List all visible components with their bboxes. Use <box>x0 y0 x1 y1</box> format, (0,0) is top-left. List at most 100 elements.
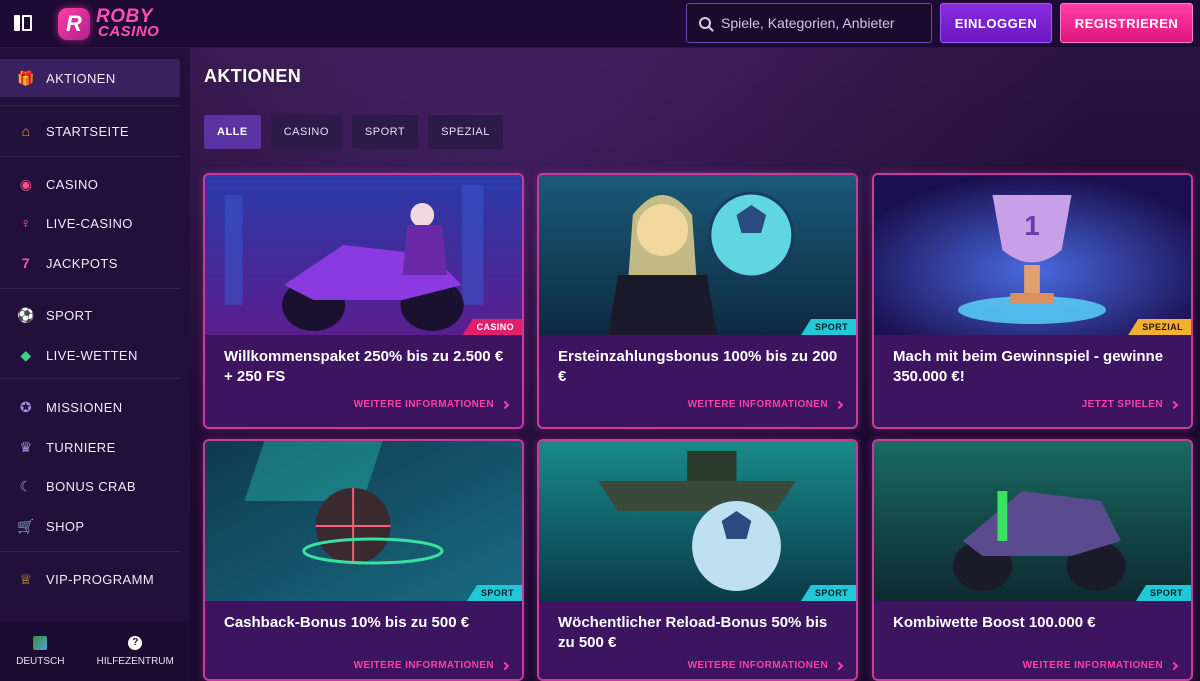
chevron-right-icon <box>1169 400 1179 409</box>
sidebar-item-aktionen[interactable]: 🎁 AKTIONEN <box>0 59 180 97</box>
sidebar-item-bonus-crab[interactable]: ☾ BONUS CRAB <box>0 467 180 505</box>
category-badge: CASINO <box>462 319 522 335</box>
search-icon <box>699 17 711 29</box>
sidebar-item-vip-programm[interactable]: ♕ VIP-PROGRAMM <box>0 560 180 598</box>
sidebar-item-label: CASINO <box>46 176 99 192</box>
medal-icon: ✪ <box>19 399 33 415</box>
sidebar-item-label: LIVE-WETTEN <box>46 347 138 363</box>
promo-image-trophy: 1 <box>874 175 1191 335</box>
help-label: HILFEZENTRUM <box>96 655 174 667</box>
play-now-link[interactable]: JETZT SPIELEN <box>1081 399 1179 410</box>
sidebar-item-missionen[interactable]: ✪ MISSIONEN <box>0 388 180 426</box>
sidebar-footer: DEUTSCH ? HILFEZENTRUM <box>0 621 190 681</box>
sidebar-item-label: VIP-PROGRAMM <box>46 571 155 587</box>
more-info-link[interactable]: WEITERE INFORMATIONEN <box>687 399 844 410</box>
promo-title: Kombiwette Boost 100.000 € <box>893 614 1096 631</box>
sidebar-item-label: SHOP <box>46 518 85 534</box>
chevron-right-icon <box>834 661 844 670</box>
sidebar-item-casino[interactable]: ◉ CASINO <box>0 165 180 203</box>
search-box[interactable] <box>686 3 932 43</box>
top-header: R ROBY CASINO EINLOGGEN REGISTRIEREN <box>0 0 1200 48</box>
promo-image-motorbike-boost <box>874 441 1191 601</box>
filter-tabs: ALLE CASINO SPORT SPEZIAL <box>204 115 503 149</box>
football-icon: ⚽ <box>17 307 35 323</box>
sidebar-item-label: BONUS CRAB <box>46 478 136 494</box>
gift-icon: 🎁 <box>17 70 35 86</box>
promo-card[interactable]: SPORT Wöchentlicher Reload-Bonus 50% bis… <box>537 439 858 681</box>
link-label: JETZT SPIELEN <box>1081 399 1163 410</box>
search-input[interactable] <box>721 15 911 31</box>
crown-icon: ♕ <box>19 571 33 587</box>
more-info-link[interactable]: WEITERE INFORMATIONEN <box>1022 660 1179 671</box>
help-icon: ? <box>128 635 143 650</box>
sidebar-item-label: SPORT <box>46 307 93 323</box>
register-button[interactable]: REGISTRIEREN <box>1060 3 1193 43</box>
link-label: WEITERE INFORMATIONEN <box>1022 660 1163 671</box>
home-icon: ⌂ <box>21 123 31 139</box>
promo-image-basketball <box>205 441 522 601</box>
chevron-right-icon <box>1169 661 1179 670</box>
sidebar-item-label: TURNIERE <box>46 439 116 455</box>
tab-alle[interactable]: ALLE <box>204 115 261 149</box>
login-button[interactable]: EINLOGGEN <box>940 3 1052 43</box>
sidebar-item-label: STARTSEITE <box>46 123 129 139</box>
dealer-icon: ♀ <box>20 215 32 231</box>
chevron-right-icon <box>834 400 844 409</box>
sidebar-item-label: MISSIONEN <box>46 399 123 415</box>
link-label: WEITERE INFORMATIONEN <box>353 399 494 410</box>
promo-title: Wöchentlicher Reload-Bonus 50% bis zu 50… <box>558 614 828 651</box>
main-content: AKTIONEN ALLE CASINO SPORT SPEZIAL CASIN… <box>190 48 1200 681</box>
promo-card[interactable]: SPORT Kombiwette Boost 100.000 € WEITERE… <box>872 439 1193 681</box>
sidebar-item-label: JACKPOTS <box>46 255 118 271</box>
sidebar-item-live-casino[interactable]: ♀ LIVE-CASINO <box>0 204 180 242</box>
language-label: DEUTSCH <box>16 655 65 667</box>
chevron-right-icon <box>500 661 510 670</box>
sidebar-item-shop[interactable]: 🛒 SHOP <box>0 507 180 545</box>
logo-text-top: ROBY <box>96 6 153 27</box>
promo-card[interactable]: 1 SPEZIAL Mach mit beim Gewinnspiel - ge… <box>872 173 1193 429</box>
promo-title: Ersteinzahlungsbonus 100% bis zu 200 € <box>558 348 838 385</box>
promo-image-drone-ball <box>539 441 856 601</box>
logo-text-bottom: CASINO <box>98 23 160 40</box>
help-center-link[interactable]: ? HILFEZENTRUM <box>96 635 174 667</box>
link-label: WEITERE INFORMATIONEN <box>687 660 828 671</box>
tab-sport[interactable]: SPORT <box>351 115 419 149</box>
promo-card[interactable]: SPORT Ersteinzahlungsbonus 100% bis zu 2… <box>537 173 858 429</box>
sidebar-item-startseite[interactable]: ⌂ STARTSEITE <box>0 112 180 150</box>
tab-casino[interactable]: CASINO <box>270 115 342 149</box>
category-badge: SPEZIAL <box>1128 319 1191 335</box>
language-selector[interactable]: DEUTSCH <box>16 635 65 667</box>
sidebar-item-live-wetten[interactable]: ◆ LIVE-WETTEN <box>0 336 180 374</box>
promo-card[interactable]: CASINO Willkommenspaket 250% bis zu 2.50… <box>203 173 524 429</box>
promo-title: Cashback-Bonus 10% bis zu 500 € <box>224 614 470 631</box>
sidebar-item-label: LIVE-CASINO <box>46 215 133 231</box>
sidebar: 🎁 AKTIONEN ⌂ STARTSEITE ◉ CASINO ♀ LIVE-… <box>0 48 190 681</box>
trophy-icon: ♛ <box>19 439 33 455</box>
promo-title: Willkommenspaket 250% bis zu 2.500 € + 2… <box>224 348 504 385</box>
sidebar-toggle-icon[interactable] <box>14 13 36 33</box>
promo-card[interactable]: SPORT Cashback-Bonus 10% bis zu 500 € WE… <box>203 439 524 681</box>
more-info-link[interactable]: WEITERE INFORMATIONEN <box>687 660 844 671</box>
logo[interactable]: R ROBY CASINO <box>58 5 159 43</box>
promo-title: Mach mit beim Gewinnspiel - gewinne 350.… <box>893 348 1164 385</box>
chip-icon: ◉ <box>19 176 33 192</box>
crab-icon: ☾ <box>19 478 33 494</box>
link-label: WEITERE INFORMATIONEN <box>687 399 828 410</box>
seven-icon: 7 <box>21 255 31 271</box>
tab-spezial[interactable]: SPEZIAL <box>428 115 503 149</box>
sidebar-item-turniere[interactable]: ♛ TURNIERE <box>0 428 180 466</box>
promo-image-football-girl <box>539 175 856 335</box>
logo-badge-icon: R <box>58 8 90 40</box>
svg-text:1: 1 <box>1024 210 1039 241</box>
page-title: AKTIONEN <box>204 66 302 86</box>
sidebar-item-jackpots[interactable]: 7 JACKPOTS <box>0 244 180 282</box>
chevron-right-icon <box>500 400 510 409</box>
sidebar-item-sport[interactable]: ⚽ SPORT <box>0 296 180 334</box>
sidebar-item-label: AKTIONEN <box>46 70 116 86</box>
ticket-icon: ◆ <box>20 347 32 363</box>
link-label: WEITERE INFORMATIONEN <box>353 660 494 671</box>
promo-image-motorbike <box>205 175 522 335</box>
more-info-link[interactable]: WEITERE INFORMATIONEN <box>353 660 510 671</box>
globe-icon <box>33 635 48 650</box>
more-info-link[interactable]: WEITERE INFORMATIONEN <box>353 399 510 410</box>
